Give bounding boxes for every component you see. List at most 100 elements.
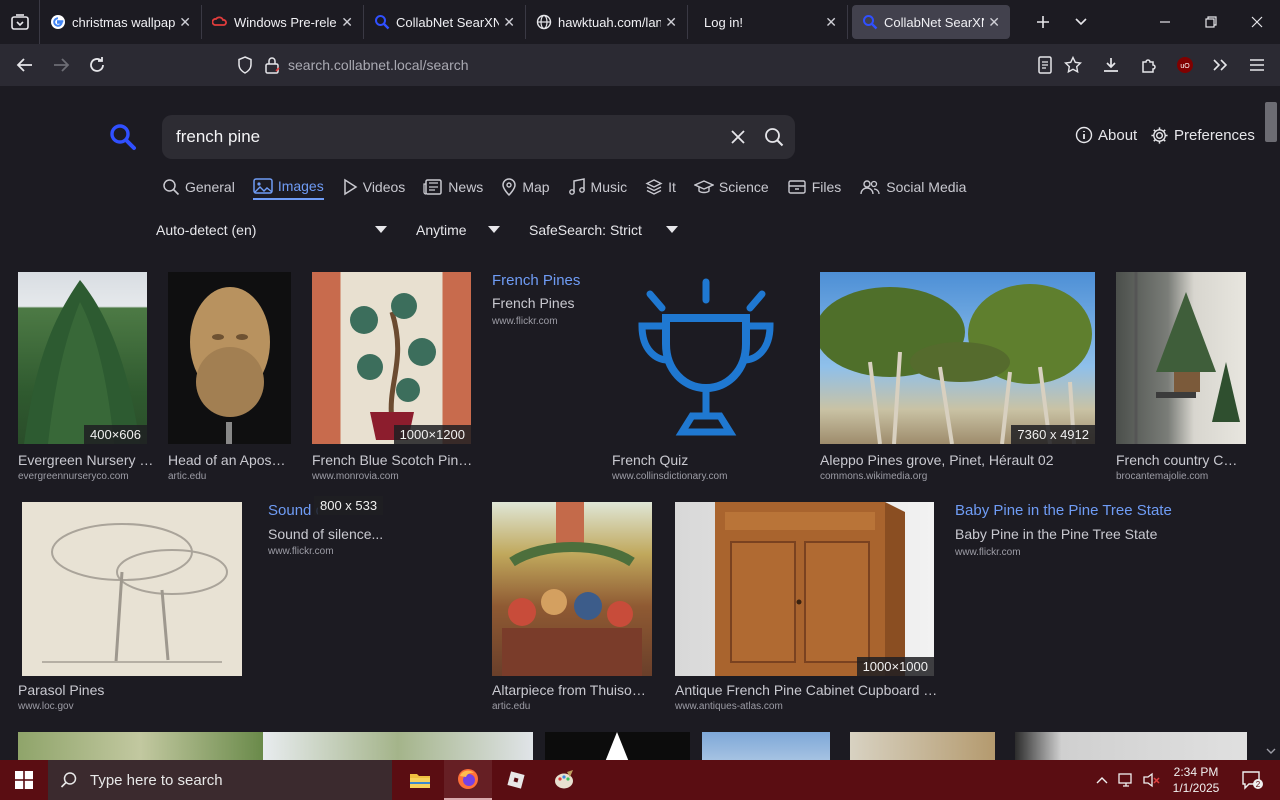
- tab-collabnet-searxng[interactable]: CollabNet SearXNG ✕: [364, 5, 526, 39]
- about-link[interactable]: About: [1075, 126, 1137, 144]
- start-button[interactable]: [0, 760, 48, 800]
- reader-view-button[interactable]: [1030, 50, 1060, 80]
- tab-social-media[interactable]: Social Media: [859, 174, 966, 200]
- result-thumbnail[interactable]: [1116, 272, 1246, 444]
- notification-center-button[interactable]: 2: [1232, 760, 1272, 800]
- result-title[interactable]: Baby Pine in the Pine Tree State: [955, 502, 1172, 519]
- close-icon[interactable]: ✕: [988, 14, 1000, 31]
- forward-button[interactable]: [46, 50, 76, 80]
- tab-science[interactable]: Science: [693, 174, 769, 200]
- result-thumbnail[interactable]: [545, 732, 690, 760]
- result-thumbnail[interactable]: [850, 732, 995, 760]
- image-result[interactable]: 7360 x 4912 Aleppo Pines grove, Pinet, H…: [820, 272, 1100, 482]
- image-result[interactable]: 400×606 Evergreen Nursery C... evergreen…: [18, 272, 158, 482]
- tab-videos[interactable]: Videos: [342, 174, 405, 200]
- close-icon[interactable]: ✕: [665, 14, 677, 31]
- language-select[interactable]: Auto-detect (en): [156, 219, 256, 241]
- result-title[interactable]: Evergreen Nursery C...: [18, 452, 158, 468]
- tab-it[interactable]: It: [645, 174, 676, 200]
- safesearch-select[interactable]: SafeSearch: Strict: [529, 219, 642, 241]
- image-result[interactable]: French Quiz www.collinsdictionary.com: [612, 272, 802, 482]
- image-result[interactable]: 1000×1000 Antique French Pine Cabinet Cu…: [675, 502, 940, 712]
- minimize-button[interactable]: [1142, 0, 1188, 44]
- result-title[interactable]: Altarpiece from Thuison-l...: [492, 682, 652, 698]
- address-bar[interactable]: search.collabnet.local/search: [230, 50, 1030, 80]
- taskbar-search-box[interactable]: Type here to search: [48, 760, 392, 800]
- result-thumbnail[interactable]: 400×606: [18, 272, 147, 444]
- chevron-down-icon[interactable]: [375, 226, 387, 233]
- close-icon[interactable]: ✕: [179, 14, 191, 31]
- result-thumbnail[interactable]: 1000×1000: [675, 502, 934, 676]
- result-title[interactable]: French country Chri...: [1116, 452, 1244, 468]
- image-result[interactable]: French country Chri... brocantemajolie.c…: [1116, 272, 1246, 482]
- overflow-menu-button[interactable]: [1205, 50, 1235, 80]
- close-icon[interactable]: ✕: [341, 14, 353, 31]
- result-thumbnail[interactable]: [168, 272, 291, 444]
- result-title[interactable]: Aleppo Pines grove, Pinet, Hérault 02: [820, 452, 1100, 468]
- new-tab-button[interactable]: [1026, 0, 1060, 44]
- result-title[interactable]: Antique French Pine Cabinet Cupboard - A…: [675, 682, 940, 698]
- tab-images[interactable]: Images: [252, 174, 324, 200]
- result-thumbnail[interactable]: [612, 272, 800, 444]
- result-title[interactable]: Parasol Pines: [18, 682, 248, 698]
- chevron-down-icon[interactable]: [666, 226, 678, 233]
- close-window-button[interactable]: [1234, 0, 1280, 44]
- search-submit-button[interactable]: [762, 125, 786, 149]
- network-status[interactable]: [1114, 760, 1140, 800]
- searxng-logo-icon[interactable]: [108, 122, 138, 152]
- result-thumbnail[interactable]: [22, 502, 242, 676]
- tab-christmas-wallpaper[interactable]: christmas wallpaper ✕: [40, 5, 202, 39]
- taskbar-paint[interactable]: [540, 760, 588, 800]
- taskbar-firefox[interactable]: [444, 760, 492, 800]
- tab-windows-prerelease[interactable]: Windows Pre-release ✕: [202, 5, 364, 39]
- clear-search-button[interactable]: [728, 127, 748, 147]
- bookmark-star-button[interactable]: [1058, 50, 1088, 80]
- tab-collabnet-searxng-active[interactable]: CollabNet SearXNG ✕: [852, 5, 1010, 39]
- show-hidden-icons-button[interactable]: [1090, 760, 1114, 800]
- app-menu-button[interactable]: [1242, 50, 1272, 80]
- result-title[interactable]: Sound of silence...: [268, 502, 318, 519]
- page-scrollbar[interactable]: [1262, 86, 1280, 760]
- taskbar-roblox[interactable]: [492, 760, 540, 800]
- list-all-tabs-button[interactable]: [1064, 0, 1098, 44]
- scroll-down-arrow-icon[interactable]: [1262, 746, 1280, 756]
- scrollbar-thumb[interactable]: [1265, 102, 1277, 142]
- volume-status[interactable]: [1140, 760, 1164, 800]
- search-input[interactable]: [176, 115, 716, 159]
- preferences-link[interactable]: Preferences: [1150, 126, 1255, 145]
- extensions-button[interactable]: [1134, 50, 1164, 80]
- downloads-button[interactable]: [1096, 50, 1126, 80]
- tab-general[interactable]: General: [162, 174, 235, 200]
- restore-button[interactable]: [1188, 0, 1234, 44]
- image-result[interactable]: Head of an Apostl... artic.edu: [168, 272, 298, 482]
- close-icon[interactable]: ✕: [825, 14, 837, 31]
- result-thumbnail[interactable]: [702, 732, 830, 760]
- result-title[interactable]: Head of an Apostl...: [168, 452, 288, 468]
- back-button[interactable]: [10, 50, 40, 80]
- reload-button[interactable]: [82, 50, 112, 80]
- tab-files[interactable]: Files: [787, 174, 841, 200]
- result-title[interactable]: French Pines: [492, 272, 580, 289]
- taskbar-file-explorer[interactable]: [396, 760, 444, 800]
- image-result[interactable]: 1000×1200 French Blue Scotch Pine,... ww…: [312, 272, 477, 482]
- result-thumbnail[interactable]: [18, 732, 263, 760]
- result-thumbnail[interactable]: 7360 x 4912: [820, 272, 1095, 444]
- image-result[interactable]: Sound of silence... 800 x 533 Sound of s…: [268, 496, 468, 557]
- system-clock[interactable]: 2:34 PM 1/1/2025: [1168, 764, 1224, 796]
- tab-log-in[interactable]: Log in! ✕: [688, 5, 848, 39]
- ublock-origin-button[interactable]: uO: [1170, 50, 1200, 80]
- result-thumbnail[interactable]: [263, 732, 533, 760]
- close-icon[interactable]: ✕: [503, 14, 515, 31]
- result-title[interactable]: French Quiz: [612, 452, 802, 468]
- result-thumbnail[interactable]: [492, 502, 652, 676]
- tab-music[interactable]: Music: [568, 174, 627, 200]
- result-thumbnail[interactable]: 1000×1200: [312, 272, 471, 444]
- time-range-select[interactable]: Anytime: [416, 219, 467, 241]
- result-title[interactable]: French Blue Scotch Pine,...: [312, 452, 477, 468]
- result-thumbnail[interactable]: [1015, 732, 1247, 760]
- image-result[interactable]: Baby Pine in the Pine Tree State Baby Pi…: [955, 502, 1205, 562]
- image-result[interactable]: Altarpiece from Thuison-l... artic.edu: [492, 502, 662, 712]
- tab-list-button[interactable]: [0, 0, 40, 44]
- tab-news[interactable]: News: [423, 174, 483, 200]
- chevron-down-icon[interactable]: [488, 226, 500, 233]
